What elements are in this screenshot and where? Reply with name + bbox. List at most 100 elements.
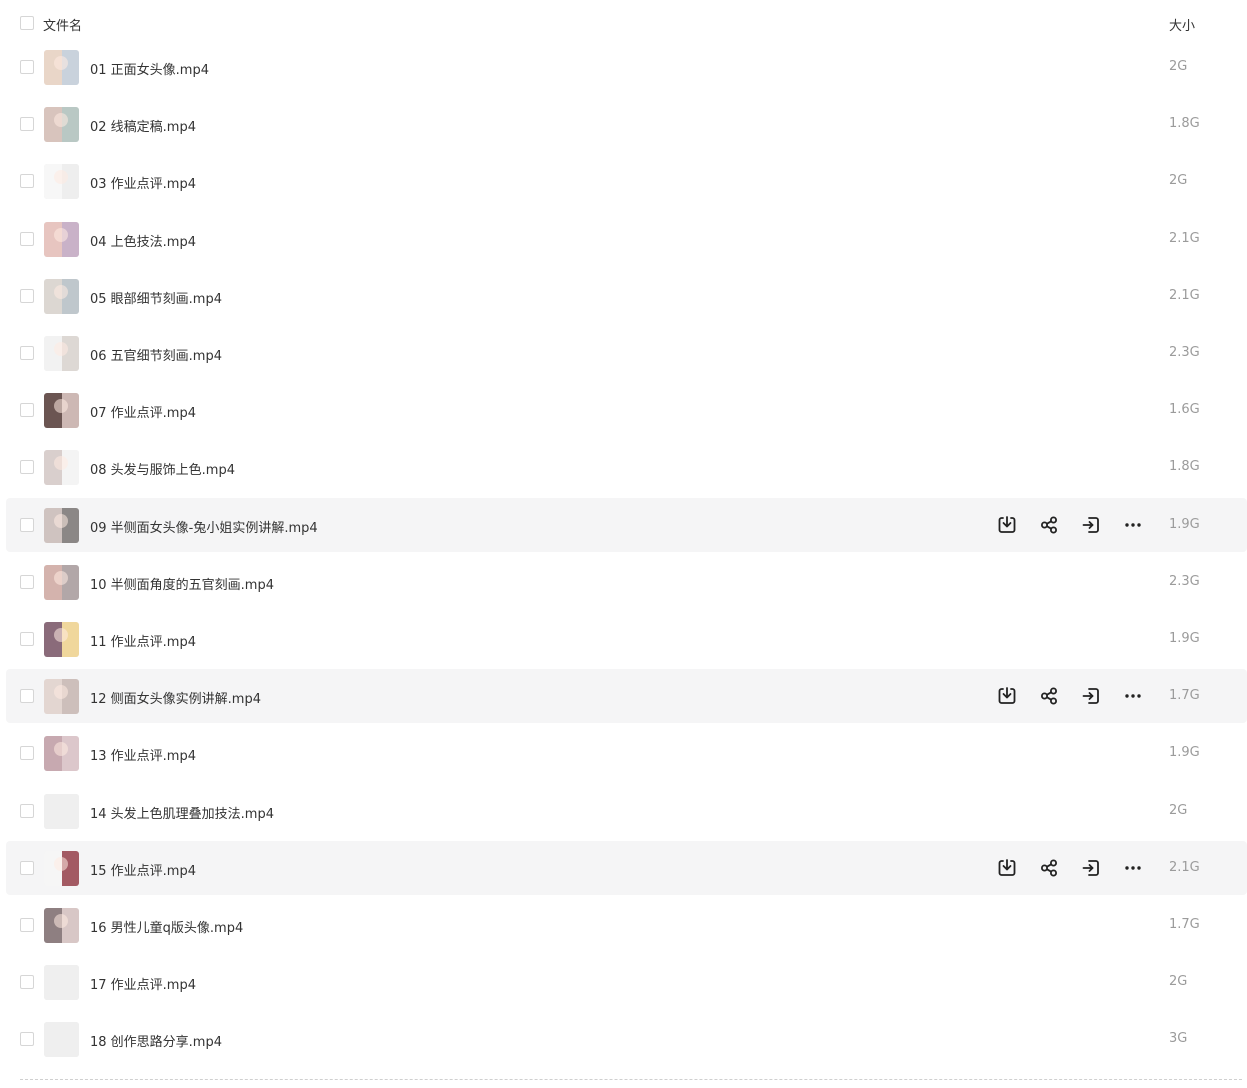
file-checkbox[interactable]	[20, 746, 34, 760]
file-name[interactable]: 14 头发上色肌理叠加技法.mp4	[90, 803, 274, 822]
column-header-filename[interactable]: 文件名	[43, 15, 82, 34]
file-row[interactable]: 04 上色技法.mp4 2.1G	[6, 212, 1247, 266]
video-thumbnail[interactable]	[44, 679, 79, 714]
file-name[interactable]: 11 作业点评.mp4	[90, 631, 196, 650]
file-row[interactable]: 09 半侧面女头像-兔小姐实例讲解.mp4 1.9G	[6, 498, 1247, 552]
download-button[interactable]	[996, 685, 1018, 707]
download-button[interactable]	[996, 857, 1018, 879]
file-name[interactable]: 07 作业点评.mp4	[90, 402, 196, 421]
file-size: 1.9G	[1169, 745, 1200, 760]
file-row[interactable]: 11 作业点评.mp4 1.9G	[6, 612, 1247, 666]
file-name[interactable]: 13 作业点评.mp4	[90, 745, 196, 764]
video-thumbnail[interactable]	[44, 965, 79, 1000]
file-name[interactable]: 04 上色技法.mp4	[90, 231, 196, 250]
file-checkbox[interactable]	[20, 804, 34, 818]
file-checkbox[interactable]	[20, 174, 34, 188]
file-checkbox[interactable]	[20, 346, 34, 360]
file-name[interactable]: 12 侧面女头像实例讲解.mp4	[90, 688, 261, 707]
file-name[interactable]: 01 正面女头像.mp4	[90, 59, 209, 78]
video-thumbnail[interactable]	[44, 736, 79, 771]
file-name[interactable]: 15 作业点评.mp4	[90, 860, 196, 879]
file-row[interactable]: 12 侧面女头像实例讲解.mp4 1.7G	[6, 669, 1247, 723]
file-row[interactable]: 06 五官细节刻画.mp4 2.3G	[6, 326, 1247, 380]
video-thumbnail[interactable]	[44, 1022, 79, 1057]
video-thumbnail[interactable]	[44, 794, 79, 829]
file-size: 2.3G	[1169, 574, 1200, 589]
video-thumbnail[interactable]	[44, 622, 79, 657]
select-all-checkbox[interactable]	[20, 16, 34, 30]
file-name[interactable]: 08 头发与服饰上色.mp4	[90, 459, 235, 478]
file-checkbox[interactable]	[20, 1032, 34, 1046]
file-name[interactable]: 18 创作思路分享.mp4	[90, 1031, 222, 1050]
file-row[interactable]: 02 线稿定稿.mp4 1.8G	[6, 97, 1247, 151]
move-button[interactable]	[1080, 857, 1102, 879]
file-size: 2G	[1169, 173, 1188, 188]
file-row[interactable]: 05 眼部细节刻画.mp4 2.1G	[6, 269, 1247, 323]
file-checkbox[interactable]	[20, 403, 34, 417]
file-name[interactable]: 09 半侧面女头像-兔小姐实例讲解.mp4	[90, 517, 318, 536]
file-row[interactable]: 10 半侧面角度的五官刻画.mp4 2.3G	[6, 555, 1247, 609]
file-checkbox[interactable]	[20, 460, 34, 474]
video-thumbnail[interactable]	[44, 50, 79, 85]
file-name[interactable]: 17 作业点评.mp4	[90, 974, 196, 993]
file-row[interactable]: 01 正面女头像.mp4 2G	[6, 40, 1247, 94]
file-name[interactable]: 05 眼部细节刻画.mp4	[90, 288, 222, 307]
file-checkbox[interactable]	[20, 632, 34, 646]
move-button[interactable]	[1080, 685, 1102, 707]
share-button[interactable]	[1038, 514, 1060, 536]
file-name[interactable]: 03 作业点评.mp4	[90, 173, 196, 192]
file-row[interactable]: 17 作业点评.mp4 2G	[6, 955, 1247, 1009]
file-row[interactable]: 08 头发与服饰上色.mp4 1.8G	[6, 440, 1247, 494]
file-row[interactable]: 03 作业点评.mp4 2G	[6, 154, 1247, 208]
video-thumbnail[interactable]	[44, 851, 79, 886]
more-button[interactable]	[1122, 514, 1144, 536]
video-thumbnail[interactable]	[44, 393, 79, 428]
file-checkbox[interactable]	[20, 918, 34, 932]
file-checkbox[interactable]	[20, 975, 34, 989]
more-icon	[1122, 685, 1144, 707]
row-actions	[996, 514, 1146, 536]
share-button[interactable]	[1038, 857, 1060, 879]
video-thumbnail[interactable]	[44, 107, 79, 142]
file-checkbox[interactable]	[20, 289, 34, 303]
file-size: 2.1G	[1169, 288, 1200, 303]
file-row[interactable]: 07 作业点评.mp4 1.6G	[6, 383, 1247, 437]
video-thumbnail[interactable]	[44, 279, 79, 314]
video-thumbnail[interactable]	[44, 908, 79, 943]
share-icon	[1038, 685, 1060, 707]
file-row[interactable]: 13 作业点评.mp4 1.9G	[6, 726, 1247, 780]
file-size: 1.7G	[1169, 917, 1200, 932]
video-thumbnail[interactable]	[44, 450, 79, 485]
move-icon	[1080, 857, 1102, 879]
file-row[interactable]: 14 头发上色肌理叠加技法.mp4 2G	[6, 784, 1247, 838]
row-actions	[996, 857, 1146, 879]
video-thumbnail[interactable]	[44, 164, 79, 199]
file-size: 2G	[1169, 803, 1188, 818]
file-size: 1.9G	[1169, 517, 1200, 532]
more-button[interactable]	[1122, 857, 1144, 879]
column-header-size[interactable]: 大小	[1169, 15, 1195, 34]
share-button[interactable]	[1038, 685, 1060, 707]
video-thumbnail[interactable]	[44, 508, 79, 543]
download-button[interactable]	[996, 514, 1018, 536]
file-row[interactable]: 18 创作思路分享.mp4 3G	[6, 1012, 1247, 1066]
more-button[interactable]	[1122, 685, 1144, 707]
file-name[interactable]: 16 男性儿童q版头像.mp4	[90, 917, 243, 936]
file-name[interactable]: 10 半侧面角度的五官刻画.mp4	[90, 574, 274, 593]
video-thumbnail[interactable]	[44, 336, 79, 371]
file-row[interactable]: 15 作业点评.mp4 2.1G	[6, 841, 1247, 895]
file-row[interactable]: 16 男性儿童q版头像.mp4 1.7G	[6, 898, 1247, 952]
file-checkbox[interactable]	[20, 117, 34, 131]
file-checkbox[interactable]	[20, 689, 34, 703]
file-checkbox[interactable]	[20, 232, 34, 246]
video-thumbnail[interactable]	[44, 222, 79, 257]
file-checkbox[interactable]	[20, 575, 34, 589]
file-name[interactable]: 02 线稿定稿.mp4	[90, 116, 196, 135]
file-checkbox[interactable]	[20, 861, 34, 875]
move-button[interactable]	[1080, 514, 1102, 536]
file-checkbox[interactable]	[20, 60, 34, 74]
file-name[interactable]: 06 五官细节刻画.mp4	[90, 345, 222, 364]
file-checkbox[interactable]	[20, 518, 34, 532]
download-icon	[996, 685, 1018, 707]
video-thumbnail[interactable]	[44, 565, 79, 600]
